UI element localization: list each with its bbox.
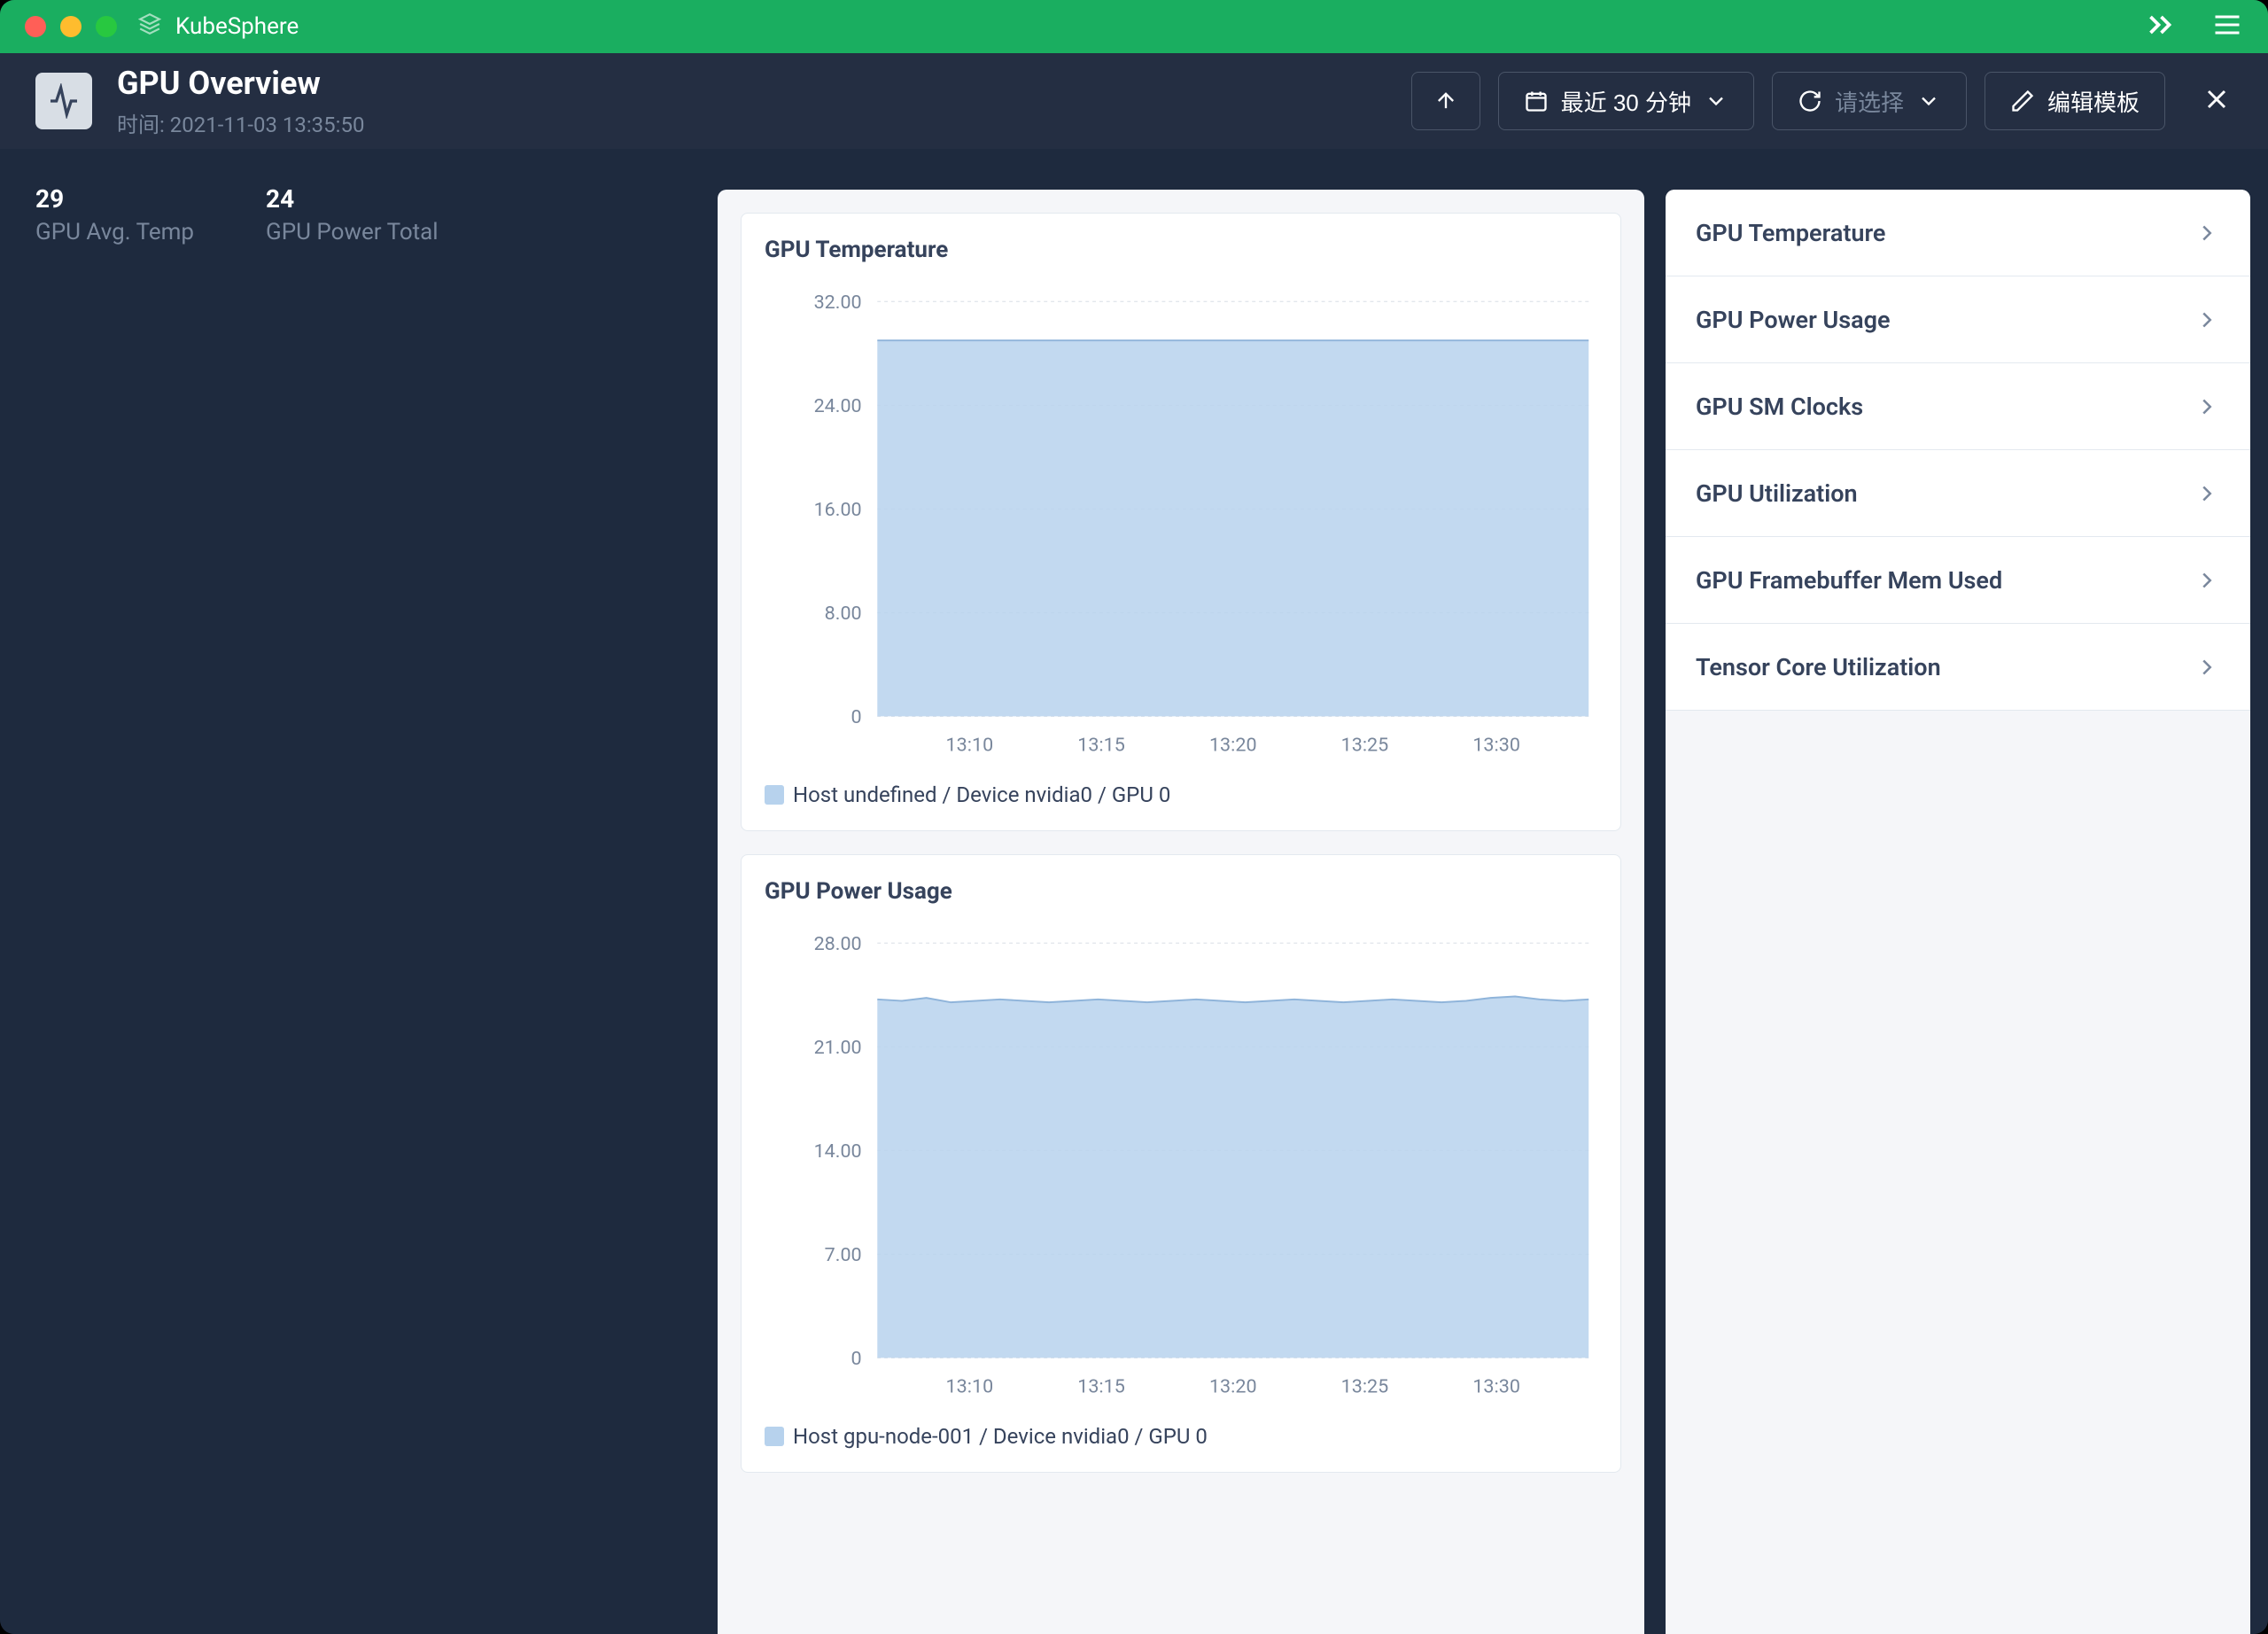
collapse-icon[interactable]	[2144, 9, 2176, 44]
upload-button[interactable]	[1411, 72, 1480, 130]
chevron-right-icon	[2194, 307, 2220, 333]
svg-text:13:20: 13:20	[1209, 1376, 1257, 1398]
metrics-nav-item[interactable]: GPU Temperature	[1666, 190, 2250, 276]
time-range-selector[interactable]: 最近 30 分钟	[1498, 72, 1754, 130]
svg-text:32.00: 32.00	[814, 292, 862, 314]
svg-text:16.00: 16.00	[814, 499, 862, 521]
svg-text:13:30: 13:30	[1472, 1376, 1520, 1398]
svg-text:13:20: 13:20	[1209, 735, 1257, 757]
menu-icon[interactable]	[2211, 9, 2243, 44]
page-title: GPU Overview	[117, 65, 364, 102]
chevron-right-icon	[2194, 567, 2220, 594]
svg-text:7.00: 7.00	[825, 1244, 862, 1266]
svg-text:13:10: 13:10	[946, 735, 994, 757]
resource-selector[interactable]: 请选择	[1772, 72, 1967, 130]
nav-item-label: GPU Framebuffer Mem Used	[1696, 566, 2002, 595]
stat-value: 24	[266, 184, 443, 214]
nav-item-label: GPU Power Usage	[1696, 306, 1891, 334]
close-button[interactable]	[2201, 83, 2233, 119]
metrics-nav-item[interactable]: Tensor Core Utilization	[1666, 624, 2250, 711]
window-maximize-traffic[interactable]	[96, 16, 117, 37]
svg-text:28.00: 28.00	[814, 933, 862, 955]
chevron-right-icon	[2194, 393, 2220, 420]
stat-label: GPU Avg. Temp	[35, 219, 213, 245]
kubesphere-logo-icon	[138, 12, 161, 42]
svg-text:0: 0	[851, 1348, 862, 1370]
svg-text:21.00: 21.00	[814, 1037, 862, 1059]
summary-stats: 29 GPU Avg. Temp 24 GPU Power Total	[0, 149, 718, 1634]
chart-plot-area[interactable]: 0 7.00 14.00 21.00 28.00 13:10 13:15 13:20 13:25…	[765, 921, 1597, 1406]
charts-panel: GPU Temperature 0 8.00 16.00 24.00 32.00 13:1…	[718, 190, 1644, 1634]
svg-text:14.00: 14.00	[814, 1140, 862, 1163]
refresh-icon	[1798, 89, 1822, 113]
upload-icon	[1433, 89, 1458, 113]
svg-text:8.00: 8.00	[825, 603, 862, 625]
calendar-icon	[1524, 89, 1549, 113]
chart-card: GPU Power Usage 0 7.00 14.00 21.00 28.00 13:1…	[741, 854, 1621, 1473]
svg-text:24.00: 24.00	[814, 395, 862, 417]
nav-item-label: GPU Utilization	[1696, 479, 1858, 508]
resource-selector-placeholder: 请选择	[1835, 85, 1904, 118]
title-bar-app-name: KubeSphere	[175, 13, 299, 40]
edit-template-button[interactable]: 编辑模板	[1984, 72, 2165, 130]
svg-text:13:15: 13:15	[1077, 1376, 1125, 1398]
stat-value: 29	[35, 184, 213, 214]
stat-block: 29 GPU Avg. Temp	[35, 184, 213, 1599]
edit-template-label: 编辑模板	[2047, 85, 2140, 118]
legend-swatch	[765, 1427, 784, 1446]
svg-text:13:25: 13:25	[1341, 1376, 1389, 1398]
window-close-traffic[interactable]	[25, 16, 46, 37]
legend-swatch	[765, 785, 784, 805]
chart-plot-area[interactable]: 0 8.00 16.00 24.00 32.00 13:10 13:15 13:20 13:25…	[765, 279, 1597, 765]
legend-label: Host gpu-node-001 / Device nvidia0 / GPU…	[793, 1424, 1208, 1449]
chevron-right-icon	[2194, 480, 2220, 507]
nav-item-label: GPU SM Clocks	[1696, 393, 1863, 421]
nav-item-label: Tensor Core Utilization	[1696, 653, 1941, 681]
metrics-nav-item[interactable]: GPU Power Usage	[1666, 276, 2250, 363]
svg-text:0: 0	[851, 706, 862, 728]
chart-legend: Host gpu-node-001 / Device nvidia0 / GPU…	[765, 1424, 1597, 1449]
window-minimize-traffic[interactable]	[60, 16, 82, 37]
title-bar: KubeSphere	[0, 0, 2268, 53]
chevron-down-icon	[1704, 89, 1728, 113]
svg-text:13:15: 13:15	[1077, 735, 1125, 757]
chart-card: GPU Temperature 0 8.00 16.00 24.00 32.00 13:1…	[741, 213, 1621, 831]
chart-title: GPU Temperature	[765, 237, 1597, 263]
svg-text:13:10: 13:10	[946, 1376, 994, 1398]
nav-item-label: GPU Temperature	[1696, 219, 1885, 247]
gpu-overview-page-icon	[35, 73, 92, 129]
time-range-label: 最近 30 分钟	[1561, 85, 1691, 118]
chevron-right-icon	[2194, 220, 2220, 246]
chart-title: GPU Power Usage	[765, 878, 1597, 905]
chevron-right-icon	[2194, 654, 2220, 681]
metrics-nav-item[interactable]: GPU SM Clocks	[1666, 363, 2250, 450]
chevron-down-icon	[1916, 89, 1941, 113]
stat-block: 24 GPU Power Total	[266, 184, 443, 1599]
edit-icon	[2010, 89, 2035, 113]
legend-label: Host undefined / Device nvidia0 / GPU 0	[793, 782, 1170, 807]
page-subtitle: 时间: 2021-11-03 13:35:50	[117, 107, 364, 138]
svg-text:13:25: 13:25	[1341, 735, 1389, 757]
metrics-nav: GPU Temperature GPU Power Usage GPU SM C…	[1666, 190, 2250, 1634]
page-header: GPU Overview 时间: 2021-11-03 13:35:50 最近 …	[0, 53, 2268, 149]
metrics-nav-item[interactable]: GPU Framebuffer Mem Used	[1666, 537, 2250, 624]
chart-legend: Host undefined / Device nvidia0 / GPU 0	[765, 782, 1597, 807]
svg-text:13:30: 13:30	[1472, 735, 1520, 757]
stat-label: GPU Power Total	[266, 219, 443, 245]
close-icon	[2201, 83, 2233, 115]
metrics-nav-item[interactable]: GPU Utilization	[1666, 450, 2250, 537]
